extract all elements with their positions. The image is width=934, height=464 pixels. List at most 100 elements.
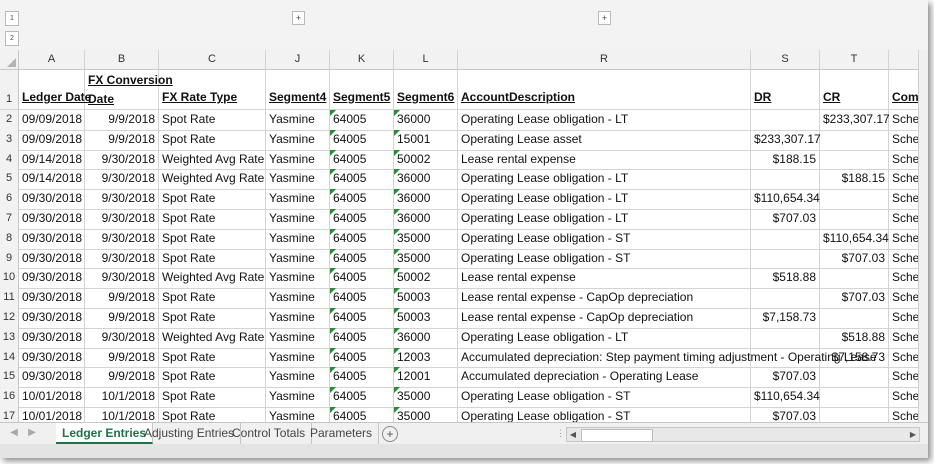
cell-segment5[interactable]: 64005 <box>330 407 394 422</box>
header-cr[interactable]: CR <box>820 70 889 109</box>
cell-fx-rate-type[interactable]: Spot Rate <box>159 209 266 229</box>
cell-fx-conversion-date[interactable]: 9/9/2018 <box>85 308 159 328</box>
cell-segment4[interactable]: Yasmine <box>266 407 330 422</box>
horizontal-scroll-thumb[interactable] <box>581 429 653 442</box>
splitter-handle-icon[interactable]: ⋮ <box>556 428 565 439</box>
cell-segment5[interactable]: 64005 <box>330 268 394 289</box>
cell-fx-conversion-date[interactable]: 10/1/2018 <box>85 387 159 407</box>
cell-dr[interactable]: $518.88 <box>751 268 820 289</box>
row-number[interactable]: 3 <box>0 129 19 150</box>
header-account-description[interactable]: AccountDescription <box>458 70 751 109</box>
outline-level-1-button[interactable]: 1 <box>5 11 19 26</box>
header-fx-conversion-date[interactable]: FX Conversion Date <box>85 70 173 109</box>
cell-account-description[interactable]: Lease rental expense <box>458 268 751 289</box>
cell-segment4[interactable]: Yasmine <box>266 189 330 209</box>
cell-fx-rate-type[interactable]: Spot Rate <box>159 110 266 130</box>
cell-comm[interactable]: Sched <box>889 209 918 229</box>
cell-segment6[interactable]: 36000 <box>394 209 458 229</box>
cell-segment4[interactable]: Yasmine <box>266 149 330 170</box>
cell-segment6[interactable]: 15001 <box>394 129 458 150</box>
cell-fx-rate-type[interactable]: Spot Rate <box>159 347 266 368</box>
cell-account-description[interactable]: Accumulated depreciation: Step payment t… <box>458 347 877 368</box>
cell-segment6[interactable]: 36000 <box>394 327 458 348</box>
cell-account-description[interactable]: Accumulated depreciation - Operating Lea… <box>458 367 751 388</box>
cell-fx-rate-type[interactable]: Spot Rate <box>159 387 266 407</box>
cell-fx-rate-type[interactable]: Spot Rate <box>159 189 266 209</box>
cell-fx-conversion-date[interactable]: 9/30/2018 <box>85 327 159 348</box>
row-number[interactable]: 7 <box>0 209 19 229</box>
cell-segment5[interactable]: 64005 <box>330 367 394 388</box>
expand-group-button[interactable]: + <box>598 11 611 25</box>
cell-segment4[interactable]: Yasmine <box>266 248 330 269</box>
cell-segment5[interactable]: 64005 <box>330 248 394 269</box>
prev-sheet-icon[interactable]: ◀ <box>8 426 20 440</box>
column-header-u[interactable] <box>889 50 918 69</box>
tab-parameters[interactable]: Parameters <box>304 423 380 444</box>
cell-fx-conversion-date[interactable]: 9/30/2018 <box>85 169 159 190</box>
select-all-corner[interactable] <box>0 50 19 69</box>
scroll-right-icon[interactable]: ▶ <box>907 428 919 441</box>
cell-dr[interactable] <box>751 228 820 249</box>
cell-cr[interactable] <box>820 407 889 422</box>
horizontal-scrollbar[interactable]: ◀ ▶ <box>566 427 920 442</box>
cell-segment4[interactable]: Yasmine <box>266 288 330 308</box>
scroll-left-icon[interactable]: ◀ <box>567 428 579 441</box>
header-segment4[interactable]: Segment4 <box>266 70 330 109</box>
cell-segment6[interactable]: 50003 <box>394 308 458 328</box>
row-number[interactable]: 17 <box>0 407 19 422</box>
cell-cr[interactable] <box>820 367 889 388</box>
row-number[interactable]: 15 <box>0 367 19 388</box>
cell-comm[interactable]: Sched <box>889 249 918 269</box>
cell-account-description[interactable]: Operating Lease asset <box>458 129 751 150</box>
cell-segment6[interactable]: 12003 <box>394 347 458 368</box>
cell-fx-rate-type[interactable]: Weighted Avg Rate <box>159 327 266 348</box>
cell-fx-conversion-date[interactable]: 9/30/2018 <box>85 248 159 269</box>
cell-account-description[interactable]: Operating Lease obligation - LT <box>458 189 751 209</box>
cell-segment6[interactable]: 35000 <box>394 248 458 269</box>
cell-comm[interactable]: Sched <box>889 169 918 189</box>
cell-fx-conversion-date[interactable]: 9/9/2018 <box>85 129 159 150</box>
cell-fx-conversion-date[interactable]: 9/30/2018 <box>85 228 159 249</box>
row-number[interactable]: 16 <box>0 387 19 407</box>
cell-cr[interactable]: $188.15 <box>820 169 889 190</box>
worksheet-grid[interactable]: A B C J K L R S T 1 Ledger Date FX Conve… <box>0 50 918 422</box>
outline-level-2-button[interactable]: 2 <box>5 31 19 46</box>
cell-ledger-date[interactable]: 09/30/2018 <box>19 347 85 368</box>
cell-fx-conversion-date[interactable]: 9/30/2018 <box>85 149 159 170</box>
cell-account-description[interactable]: Operating Lease obligation - LT <box>458 209 751 229</box>
cell-fx-conversion-date[interactable]: 9/9/2018 <box>85 347 159 368</box>
row-number[interactable]: 12 <box>0 308 19 328</box>
cell-ledger-date[interactable]: 10/01/2018 <box>19 407 85 422</box>
cell-fx-conversion-date[interactable]: 9/9/2018 <box>85 110 159 130</box>
cell-account-description[interactable]: Operating Lease obligation - ST <box>458 407 751 422</box>
cell-fx-conversion-date[interactable]: 9/30/2018 <box>85 268 159 289</box>
header-fx-rate-type[interactable]: FX Rate Type <box>159 70 266 109</box>
cell-cr[interactable] <box>820 189 889 209</box>
cell-fx-rate-type[interactable]: Spot Rate <box>159 129 266 150</box>
cell-dr[interactable]: $188.15 <box>751 149 820 170</box>
cell-cr[interactable] <box>820 308 889 328</box>
cell-segment4[interactable]: Yasmine <box>266 169 330 190</box>
cell-ledger-date[interactable]: 09/09/2018 <box>19 110 85 130</box>
cell-ledger-date[interactable]: 09/30/2018 <box>19 268 85 289</box>
cell-cr[interactable]: $707.03 <box>820 288 889 308</box>
cell-segment6[interactable]: 36000 <box>394 169 458 190</box>
cell-dr[interactable]: $707.03 <box>751 209 820 229</box>
cell-dr[interactable]: $707.03 <box>751 367 820 388</box>
cell-segment4[interactable]: Yasmine <box>266 129 330 150</box>
cell-segment5[interactable]: 64005 <box>330 288 394 308</box>
cell-fx-rate-type[interactable]: Spot Rate <box>159 288 266 308</box>
cell-segment4[interactable]: Yasmine <box>266 268 330 289</box>
column-header-k[interactable]: K <box>330 50 394 69</box>
cell-comm[interactable]: Sched <box>889 348 918 368</box>
column-header-b[interactable]: B <box>85 50 159 69</box>
cell-ledger-date[interactable]: 09/30/2018 <box>19 228 85 249</box>
cell-ledger-date[interactable]: 09/30/2018 <box>19 367 85 388</box>
cell-fx-rate-type[interactable]: Spot Rate <box>159 248 266 269</box>
row-number[interactable]: 14 <box>0 347 19 368</box>
cell-segment5[interactable]: 64005 <box>330 189 394 209</box>
cell-account-description[interactable]: Operating Lease obligation - ST <box>458 248 751 269</box>
column-header-s[interactable]: S <box>751 50 820 69</box>
cell-dr[interactable]: $110,654.34 <box>751 387 820 407</box>
row-number[interactable]: 13 <box>0 327 19 348</box>
